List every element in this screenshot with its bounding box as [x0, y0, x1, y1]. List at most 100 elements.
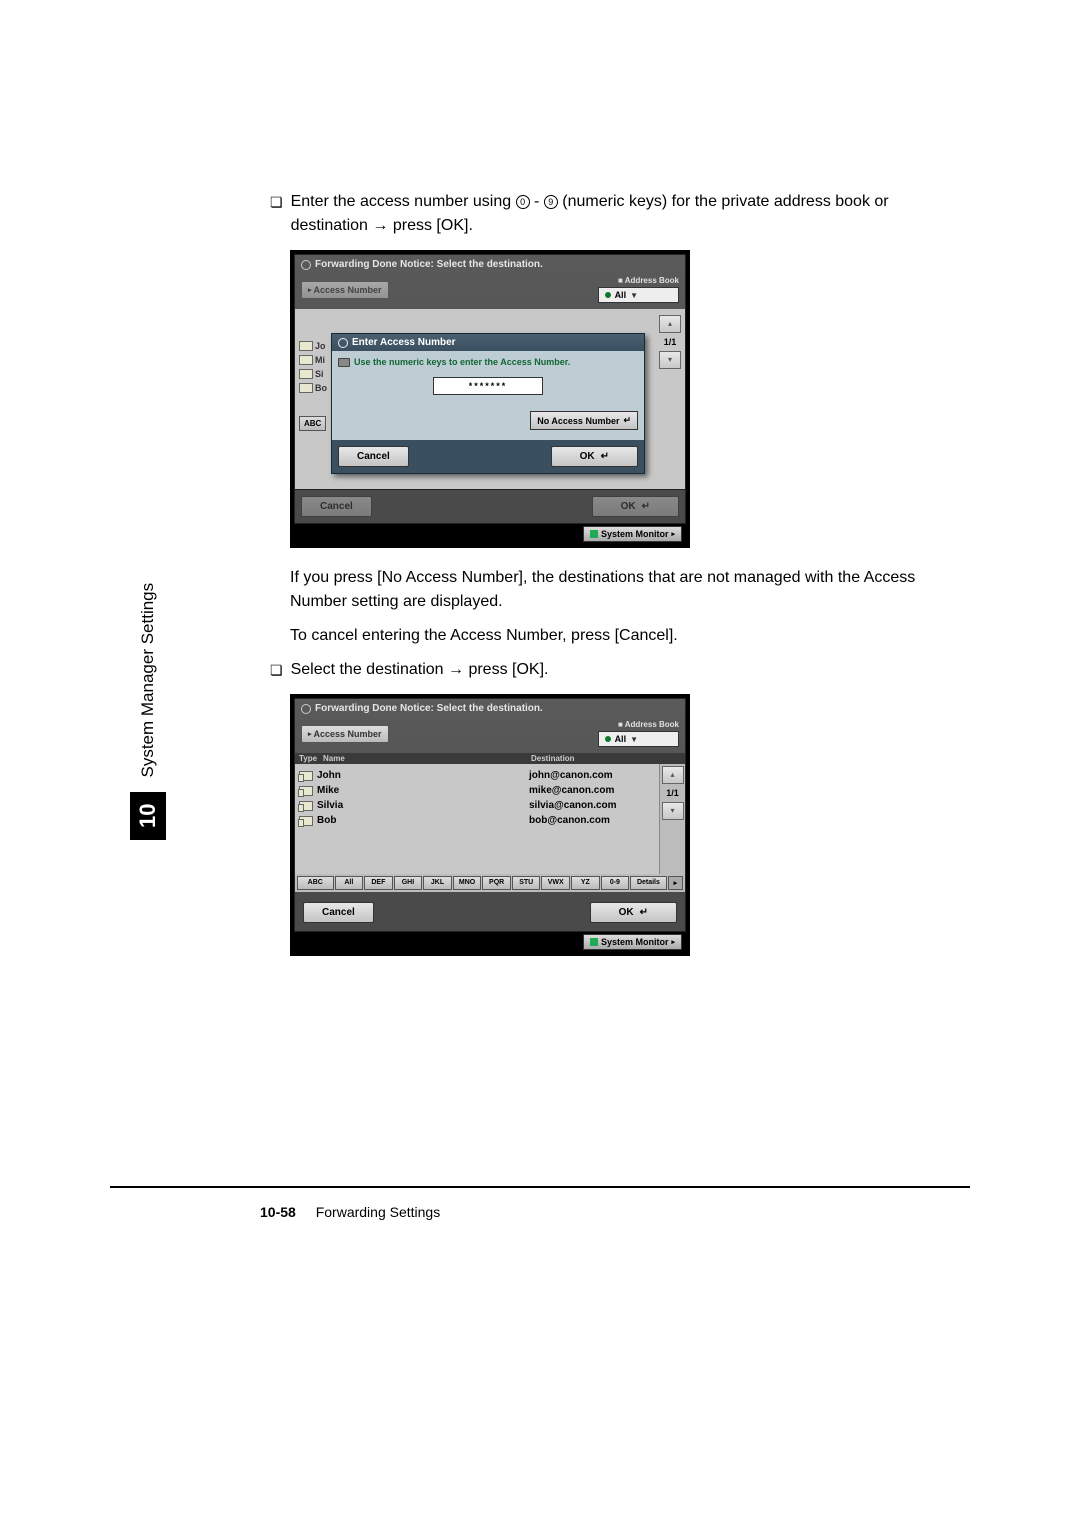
- button-label: System Monitor: [601, 937, 669, 947]
- alpha-tab[interactable]: JKL: [423, 876, 452, 890]
- bottom-button-row: Cancel OK ↵: [295, 489, 685, 523]
- alpha-tab[interactable]: MNO: [453, 876, 482, 890]
- chevron-right-icon: ▸: [308, 286, 312, 294]
- button-label: Cancel: [322, 907, 355, 918]
- details-button[interactable]: Details: [630, 876, 667, 890]
- list-item[interactable]: Mikemike@canon.com: [299, 783, 659, 798]
- alpha-tab[interactable]: All: [335, 876, 364, 890]
- text-fragment: Enter the access number using: [291, 193, 516, 210]
- button-label: OK: [621, 501, 636, 512]
- system-monitor-button[interactable]: System Monitor ▸: [583, 526, 682, 542]
- contact-icon: [299, 383, 313, 393]
- button-label: Cancel: [357, 451, 390, 462]
- address-book-selector: ■ Address Book All ▼: [598, 720, 679, 747]
- list-item[interactable]: Johnjohn@canon.com: [299, 768, 659, 783]
- monitor-icon: [590, 530, 598, 538]
- contact-icon: [299, 786, 313, 796]
- toolbar: ▸ Access Number ■ Address Book All ▼: [295, 716, 685, 753]
- explanation-paragraph: To cancel entering the Access Number, pr…: [290, 624, 970, 648]
- status-dot-icon: [605, 736, 611, 742]
- chevron-right-icon: ▸: [671, 530, 675, 538]
- address-book-dropdown[interactable]: All ▼: [598, 731, 679, 747]
- abc-tab[interactable]: ABC: [299, 416, 326, 431]
- button-label: Access Number: [314, 285, 382, 295]
- alpha-tab[interactable]: STU: [512, 876, 541, 890]
- modal-cancel-button[interactable]: Cancel: [338, 446, 409, 467]
- text-fragment: Select the destination: [291, 661, 448, 678]
- checkbox-bullet-icon: ❏: [270, 192, 283, 238]
- instruction-enter-access-number: ❏ Enter the access number using 0 - 9 (n…: [270, 190, 970, 238]
- scroll-up-button[interactable]: ▴: [662, 766, 684, 784]
- alpha-tab[interactable]: ABC: [297, 876, 334, 890]
- alpha-tab[interactable]: PQR: [482, 876, 511, 890]
- contact-icon: [299, 771, 313, 781]
- screen-icon: [301, 260, 311, 270]
- ok-button[interactable]: OK ↵: [590, 902, 677, 923]
- cancel-button[interactable]: Cancel: [303, 902, 374, 923]
- alpha-tab[interactable]: VWX: [541, 876, 570, 890]
- instruction-text: Select the destination → press [OK].: [291, 658, 970, 682]
- col-header-destination: Destination: [531, 754, 681, 763]
- contact-icon: [299, 369, 313, 379]
- contact-name: John: [317, 770, 525, 781]
- system-monitor-bar: System Monitor ▸: [294, 932, 686, 952]
- alpha-tab[interactable]: DEF: [364, 876, 393, 890]
- numeric-key-start-icon: 0: [516, 195, 530, 209]
- access-number-input[interactable]: *******: [433, 377, 543, 395]
- status-dot-icon: [605, 292, 611, 298]
- list-item[interactable]: Silviasilvia@canon.com: [299, 798, 659, 813]
- contact-name: Bob: [317, 815, 525, 826]
- sidebar-chapter-tab: 10 System Manager Settings: [130, 583, 166, 840]
- address-book-dropdown[interactable]: All ▼: [598, 287, 679, 303]
- return-icon: ↵: [642, 501, 650, 512]
- page-footer: 10-58 Forwarding Settings: [260, 1204, 440, 1220]
- page-indicator: 1/1: [664, 337, 677, 347]
- dropdown-value: All: [615, 734, 627, 744]
- list-item: Bo: [299, 383, 327, 393]
- scroll-up-button[interactable]: ▴: [659, 315, 681, 333]
- screen-title-bar: Forwarding Done Notice: Select the desti…: [295, 699, 685, 716]
- footer-button-row: Cancel OK ↵: [295, 892, 685, 931]
- cancel-button[interactable]: Cancel: [301, 496, 372, 517]
- system-monitor-button[interactable]: System Monitor ▸: [583, 934, 682, 950]
- dropdown-value: All: [615, 290, 627, 300]
- access-number-button[interactable]: ▸ Access Number: [301, 725, 389, 743]
- screenshot-destination-list: Forwarding Done Notice: Select the desti…: [290, 694, 690, 956]
- checkbox-bullet-icon: ❏: [270, 660, 283, 682]
- return-icon: ↵: [640, 907, 648, 918]
- no-access-number-button[interactable]: No Access Number ↵: [530, 411, 638, 430]
- text-fragment: -: [534, 193, 544, 210]
- contact-icon: [299, 341, 313, 351]
- scroll-down-button[interactable]: ▾: [662, 802, 684, 820]
- page-indicator: 1/1: [666, 788, 679, 798]
- ok-button[interactable]: OK ↵: [592, 496, 679, 517]
- screenshot-access-number-dialog: Forwarding Done Notice: Select the desti…: [290, 250, 690, 548]
- screen-title-bar: Forwarding Done Notice: Select the desti…: [295, 255, 685, 272]
- alpha-tab[interactable]: GHI: [394, 876, 423, 890]
- alpha-tab[interactable]: YZ: [571, 876, 600, 890]
- alpha-scroll-right[interactable]: ▸: [668, 876, 683, 890]
- modal-ok-button[interactable]: OK ↵: [551, 446, 638, 467]
- list-item: Jo: [299, 341, 327, 351]
- return-icon: ↵: [601, 451, 609, 462]
- list-item: Mi: [299, 355, 327, 365]
- contact-name: Silvia: [317, 800, 525, 811]
- keypad-icon: [338, 358, 350, 367]
- contact-icon: [299, 816, 313, 826]
- chevron-down-icon: ▼: [630, 735, 638, 744]
- destination-list: Johnjohn@canon.com Mikemike@canon.com Si…: [295, 764, 659, 874]
- page-number: 10-58: [260, 1204, 296, 1220]
- list-item[interactable]: Bobbob@canon.com: [299, 813, 659, 828]
- main-panel: Jo Mi Si Bo ▴ 1/1 ▾ ABC Enter Access Num…: [295, 309, 685, 489]
- numeric-key-end-icon: 9: [544, 195, 558, 209]
- screen-title: Forwarding Done Notice: Select the desti…: [315, 259, 543, 270]
- monitor-icon: [590, 938, 598, 946]
- access-number-button[interactable]: ▸ Access Number: [301, 281, 389, 299]
- contact-icon: [299, 801, 313, 811]
- contact-name: Mike: [317, 785, 525, 796]
- background-list: Jo Mi Si Bo: [299, 341, 327, 393]
- chevron-down-icon: ▼: [630, 291, 638, 300]
- alpha-tab[interactable]: 0-9: [601, 876, 630, 890]
- col-header-name: Name: [323, 754, 531, 763]
- scroll-down-button[interactable]: ▾: [659, 351, 681, 369]
